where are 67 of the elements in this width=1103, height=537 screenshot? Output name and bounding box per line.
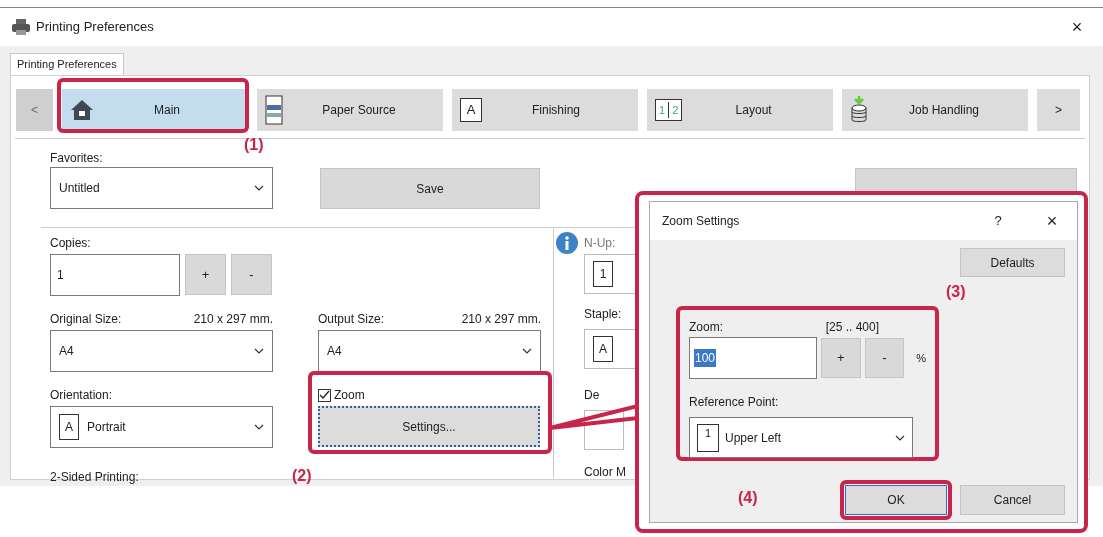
minus-button[interactable]: -: [864, 338, 905, 378]
copies-field[interactable]: 1: [50, 254, 180, 296]
chevron-icon: [254, 424, 264, 430]
next-button[interactable]: >: [1037, 89, 1080, 131]
size-dropdown[interactable]: A4: [318, 330, 541, 372]
pages-icon: 1 2: [655, 99, 683, 121]
size-text: 210 x 297 mm.: [461, 312, 541, 326]
chevron-icon: [254, 348, 264, 354]
page-icon: 1: [593, 261, 613, 287]
chevron-icon: [254, 185, 264, 191]
field-label: Reference Point:: [689, 395, 779, 409]
field-label: Zoom:: [689, 320, 723, 334]
field-label: Copies:: [50, 236, 92, 250]
nav-tab[interactable]: Main: [62, 89, 248, 131]
cancel-button[interactable]: Cancel: [960, 485, 1065, 515]
printer-icon: [265, 95, 283, 125]
zoom-checkbox[interactable]: Zoom: [318, 388, 541, 402]
field-label: Favorites:: [50, 151, 104, 165]
size-text: 210 x 297 mm.: [193, 312, 273, 326]
printer-icon: [12, 19, 30, 35]
letter-icon: A: [593, 336, 613, 362]
database-icon: [850, 96, 868, 124]
plus-button[interactable]: +: [185, 254, 226, 295]
settings-button[interactable]: Settings...: [318, 406, 540, 447]
close-button[interactable]: ×: [1065, 13, 1089, 41]
plus-button[interactable]: +: [820, 338, 861, 378]
dialog-title: Zoom Settings: [662, 213, 741, 230]
field-label: De: [584, 388, 600, 402]
field-label: 2-Sided Printing:: [50, 470, 139, 484]
step-number: (1): [244, 135, 264, 155]
nav-tab[interactable]: A Finishing: [452, 89, 638, 131]
nav-tab[interactable]: 1 2 Layout: [647, 89, 833, 131]
step-number: (3): [946, 282, 966, 302]
page-icon: 1: [697, 423, 719, 452]
defaults-button[interactable]: Defaults: [960, 248, 1065, 277]
save-button[interactable]: Save: [320, 168, 540, 209]
favorites-dropdown[interactable]: Untitled: [50, 167, 273, 209]
letter-icon: A: [59, 414, 79, 440]
ok-button[interactable]: OK: [845, 485, 947, 515]
step-number: (2): [292, 466, 312, 486]
dropdown[interactable]: [584, 410, 624, 450]
unit-text: %: [916, 350, 926, 366]
close-button[interactable]: ×: [1037, 207, 1067, 235]
help-button[interactable]: ?: [983, 211, 1013, 231]
zoom-field[interactable]: 100: [689, 337, 817, 379]
checkmark-icon: [319, 389, 330, 401]
field-label: Orientation:: [50, 388, 114, 402]
field-label: Staple:: [584, 307, 622, 321]
chevron-icon: [522, 348, 532, 354]
range-text: [25 .. 400]: [825, 320, 879, 334]
step-number: (4): [738, 488, 758, 508]
sheet-tab[interactable]: Printing Preferences: [10, 53, 124, 75]
size-dropdown[interactable]: A4: [50, 330, 273, 372]
nav-tab[interactable]: Job Handling: [842, 89, 1028, 131]
field-label: N-Up:: [584, 236, 617, 250]
nav-tab[interactable]: Paper Source: [257, 89, 443, 131]
field-label: Color M: [584, 465, 626, 479]
chevron-icon: [895, 434, 905, 441]
field-label: Original Size:: [50, 312, 122, 326]
house-icon: [70, 98, 94, 122]
reference-dropdown[interactable]: 1 Upper Left: [689, 417, 913, 458]
window-title: Printing Preferences: [36, 18, 155, 37]
field-label: Output Size:: [318, 312, 385, 326]
orientation-dropdown[interactable]: A Portrait: [50, 406, 273, 448]
minus-button[interactable]: -: [231, 254, 272, 295]
info-icon: [556, 232, 578, 254]
letter-icon: A: [460, 98, 482, 122]
